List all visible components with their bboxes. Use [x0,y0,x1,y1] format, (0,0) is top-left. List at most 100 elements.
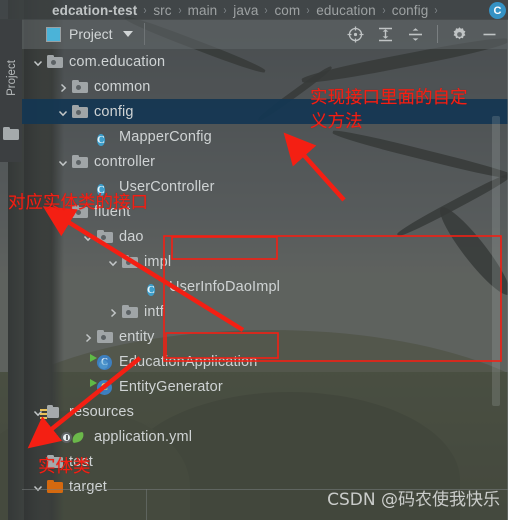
breadcrumb-item-4[interactable]: com [274,3,300,18]
project-tree[interactable]: com.education common config C MapperConfig co… [22,49,508,520]
tree-row-resources[interactable]: resources [22,399,508,424]
breadcrumb-separator: › [264,3,269,17]
tree-row-educationapplication[interactable]: C EducationApplication [22,349,508,374]
breadcrumb-separator: › [306,3,310,17]
tree-row-label: application.yml [94,428,193,445]
tree-row-label: MapperConfig [119,128,212,145]
tree-row-label: com.education [69,53,166,70]
tree-row-label: UserController [119,178,215,195]
settings-gear-icon[interactable] [451,26,468,43]
chevron-right-icon[interactable] [82,331,94,343]
tree-row-label: common [94,78,151,95]
java-class-icon: C [97,133,105,146]
breadcrumb[interactable]: edcation-test › src › main › java › com … [0,0,508,20]
java-class-icon: C [97,183,105,196]
tree-row-controller[interactable]: controller [22,149,508,174]
class-run-icon: C [90,378,113,395]
tree-row-usercontroller[interactable]: C UserController [22,174,508,199]
excluded-folder-icon [47,479,63,494]
breadcrumb-item-3[interactable]: java [233,3,258,18]
spring-boot-run-icon: C [90,353,113,370]
minimize-icon[interactable] [481,26,498,43]
folder-icon [3,127,19,140]
tree-row-com-education[interactable]: com.education [22,49,508,74]
package-folder-icon [122,304,138,319]
tool-window-stripe-left: Project [0,19,22,162]
tree-row-test[interactable]: test [22,449,508,474]
breadcrumb-item-0[interactable]: edcation-test [52,3,137,18]
package-folder-icon [97,229,113,244]
tree-chevron-spacer [132,281,144,293]
tree-row-common[interactable]: common [22,74,508,99]
project-view-icon [46,26,61,42]
tree-row-impl[interactable]: impl [22,249,508,274]
breadcrumb-separator: › [223,3,227,17]
tree-row-label: UserInfoDaoImpl [169,278,281,295]
sidebar-tab-project[interactable]: Project [1,43,23,113]
vertical-scrollbar[interactable] [492,116,500,406]
tree-row-config[interactable]: config [22,99,508,124]
expand-all-icon[interactable] [377,26,394,43]
project-panel-header: Project [22,19,508,49]
chevron-down-icon[interactable] [57,156,69,168]
breadcrumb-item-5[interactable]: education [316,3,375,18]
package-folder-icon [72,154,88,169]
tree-row-entitygenerator[interactable]: C EntityGenerator [22,374,508,399]
tree-row-mapperconfig[interactable]: C MapperConfig [22,124,508,149]
tree-row-label: intf [144,303,164,320]
panel-bottom-divider [146,489,147,520]
chevron-down-icon[interactable] [107,256,119,268]
breadcrumb-separator: › [178,3,182,17]
package-folder-icon [47,54,63,69]
watermark: CSDN @码农使我快乐 [327,490,500,510]
chevron-down-icon[interactable] [82,231,94,243]
locate-icon[interactable] [347,26,364,43]
tree-row-label: dao [119,228,144,245]
chevron-right-icon[interactable] [57,81,69,93]
breadcrumb-separator: › [382,3,386,17]
tree-row-label: test [69,453,93,470]
breadcrumb-separator: › [434,3,438,17]
tree-row-label: config [94,103,134,120]
tree-row-label: entity [119,328,155,345]
tree-row-userinfodaoimpl[interactable]: C UserInfoDaoImpl [22,274,508,299]
tree-row-dao[interactable]: dao [22,224,508,249]
package-folder-icon [72,104,88,119]
tree-row-label: controller [94,153,156,170]
chevron-down-icon[interactable] [32,56,44,68]
tree-chevron-spacer [82,181,94,193]
yaml-file-icon [61,430,88,444]
package-folder-icon [72,79,88,94]
tree-chevron-spacer [32,456,44,468]
tree-row-label: EntityGenerator [119,378,223,395]
tree-row-application-yml[interactable]: application.yml [22,424,508,449]
panel-title: Project [69,26,113,42]
chevron-down-icon[interactable] [32,481,44,493]
tree-row-label: resources [69,403,135,420]
tree-row-intf[interactable]: intf [22,299,508,324]
chevron-down-icon[interactable] [122,31,133,37]
breadcrumb-item-1[interactable]: src [153,3,171,18]
package-folder-icon [72,204,88,219]
breadcrumb-item-2[interactable]: main [188,3,218,18]
folder-icon [47,454,63,469]
chevron-down-icon[interactable] [57,206,69,218]
toolbar-divider-2 [437,25,438,43]
breadcrumb-class-icon[interactable]: C [489,2,506,19]
package-folder-icon [97,329,113,344]
idea-project-tool-window: edcation-test › src › main › java › com … [0,0,508,520]
collapse-all-icon[interactable] [407,26,424,43]
tree-row-entity[interactable]: entity [22,324,508,349]
package-folder-icon [122,254,138,269]
tree-row-label: EducationApplication [119,353,258,370]
breadcrumb-item-6[interactable]: config [392,3,429,18]
java-class-icon: C [147,283,155,296]
tree-row-label: fluent [94,203,131,220]
chevron-right-icon[interactable] [107,306,119,318]
chevron-down-icon[interactable] [57,106,69,118]
tree-row-fluent[interactable]: fluent [22,199,508,224]
tree-chevron-spacer [82,131,94,143]
tree-row-label: target [69,478,107,495]
resources-folder-icon [40,404,63,419]
breadcrumb-separator: › [143,3,147,17]
